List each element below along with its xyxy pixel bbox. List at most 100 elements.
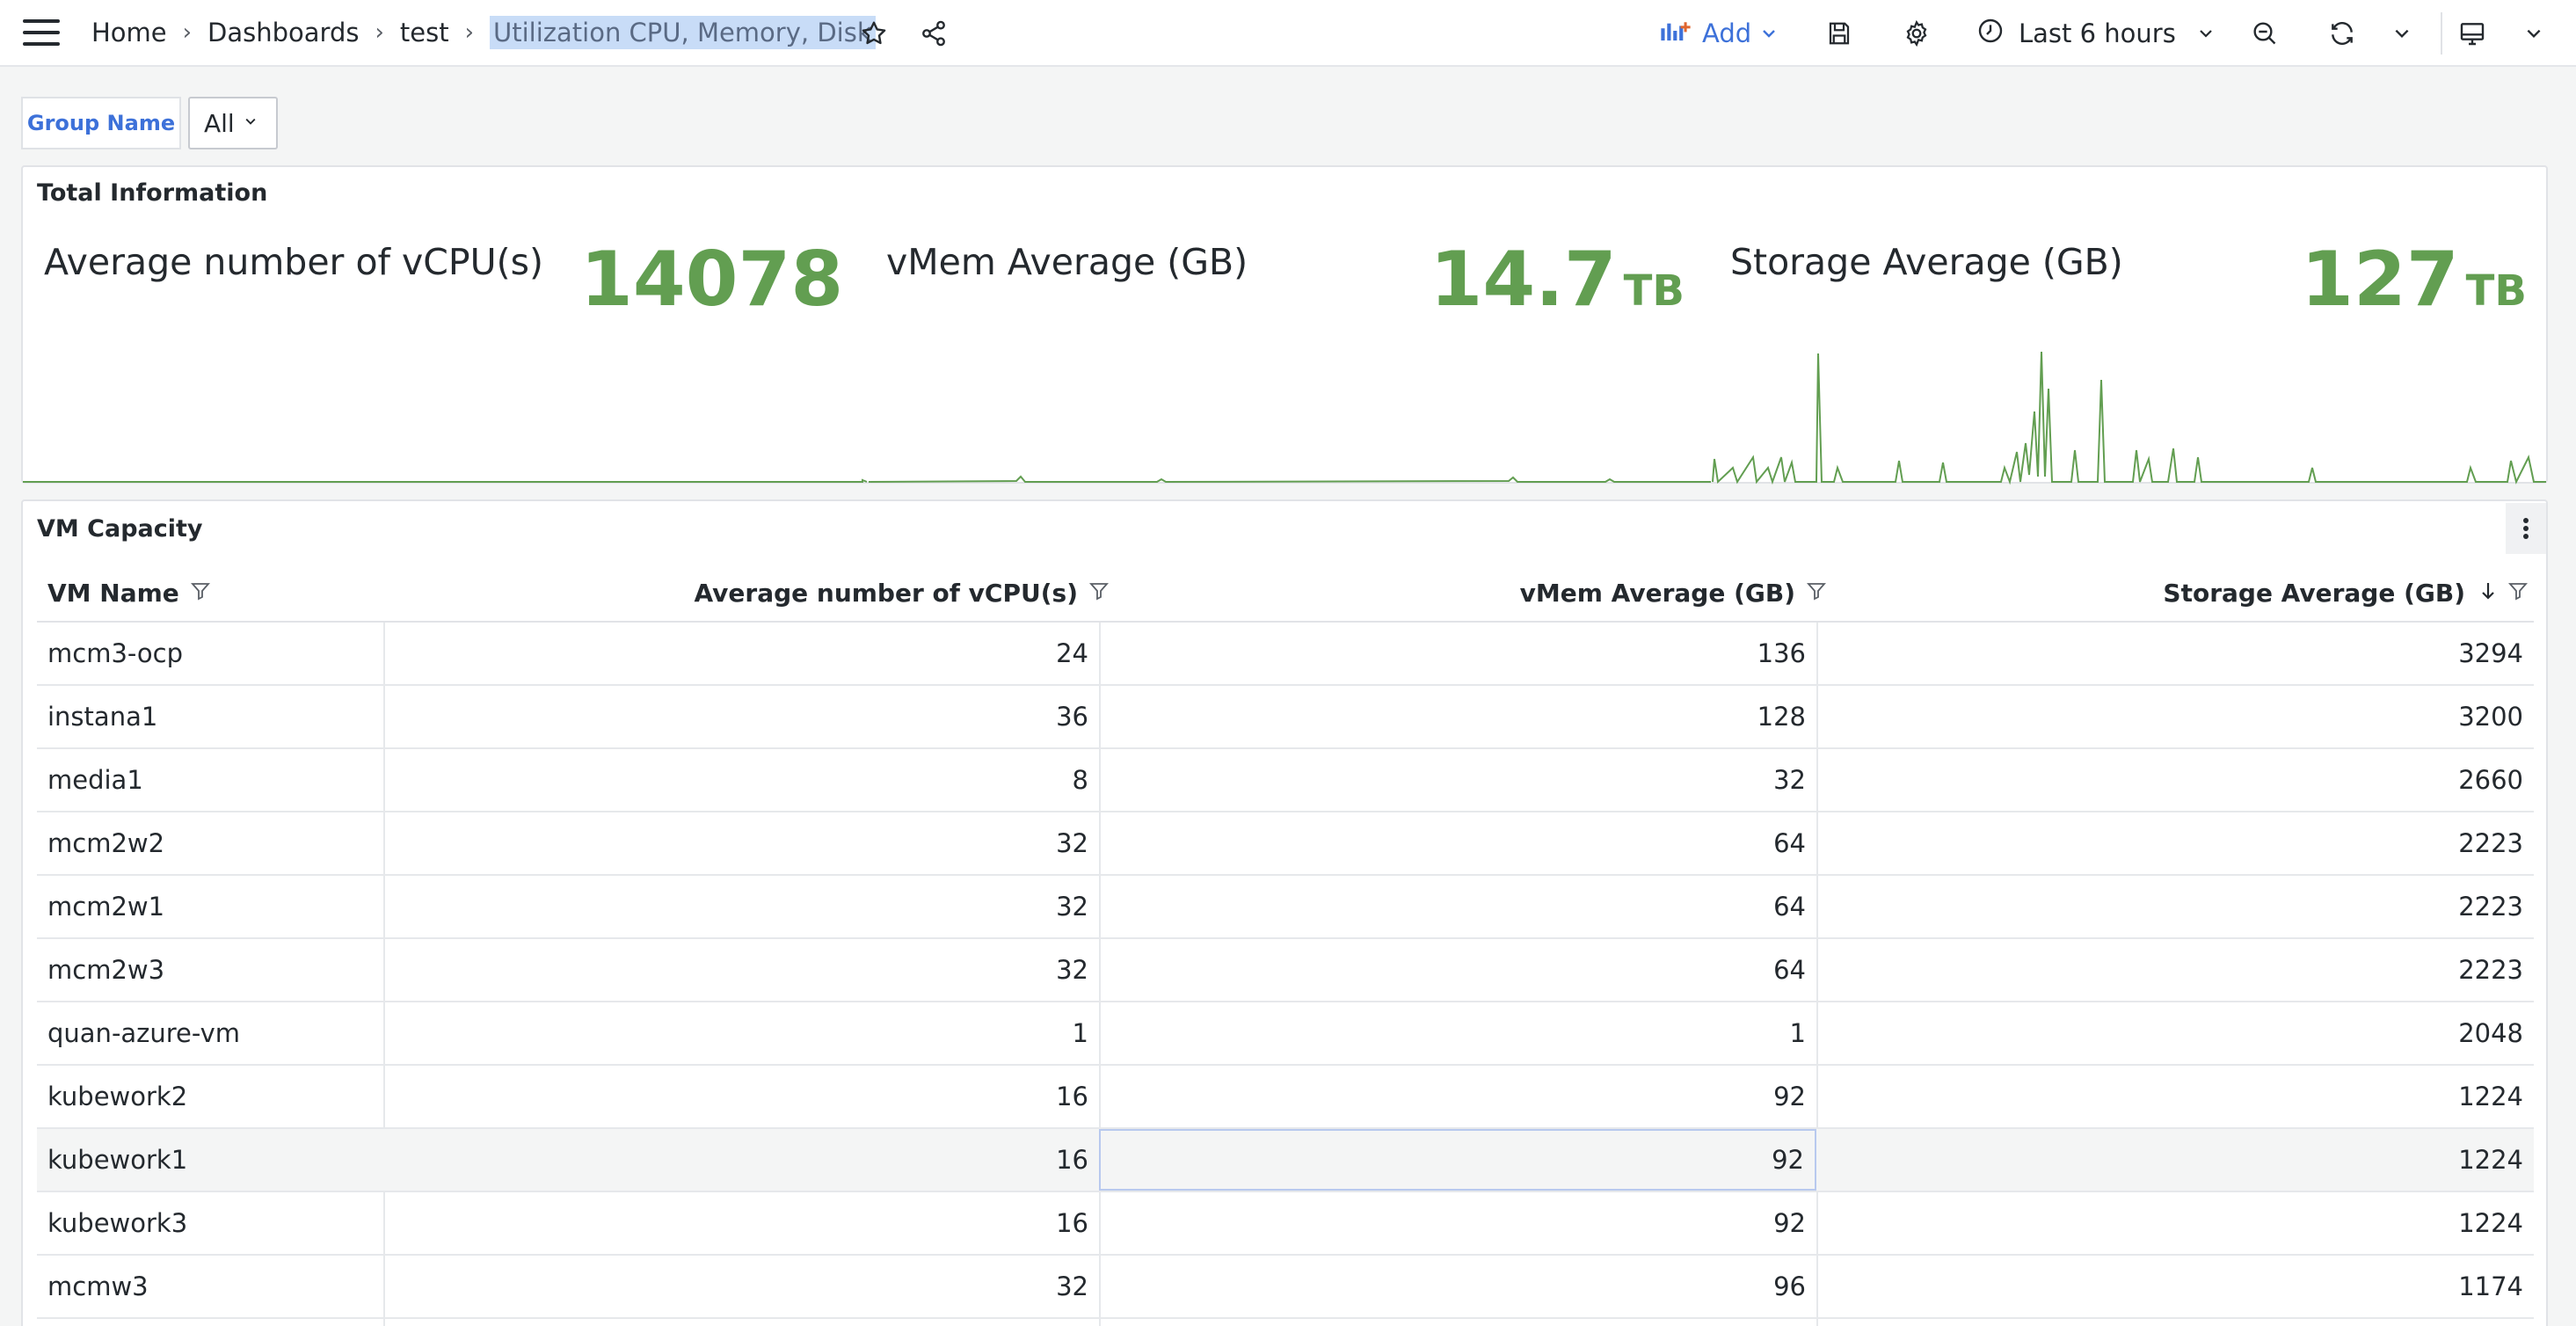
chevron-down-icon[interactable] bbox=[2516, 16, 2551, 51]
cell-vcpu[interactable]: 32 bbox=[383, 876, 1099, 937]
cell-vm-name[interactable]: mcm3-ocp bbox=[37, 623, 383, 684]
breadcrumb-folder[interactable]: test bbox=[400, 18, 449, 47]
cell-storage[interactable]: 1224 bbox=[1816, 1066, 2534, 1127]
table-row[interactable]: kubework1 16 92 1224 bbox=[37, 1129, 2534, 1192]
cell-vmem[interactable]: 128 bbox=[1099, 686, 1816, 747]
gear-icon[interactable] bbox=[1899, 16, 1934, 51]
cell-vmem[interactable]: 1 bbox=[1099, 1002, 1816, 1064]
time-range-picker[interactable]: Last 6 hours bbox=[1976, 14, 2215, 53]
cell-vm-name[interactable]: media1 bbox=[37, 749, 383, 811]
time-range-label: Last 6 hours bbox=[2019, 18, 2176, 48]
star-icon[interactable] bbox=[856, 16, 891, 51]
cell-storage[interactable]: 2048 bbox=[1816, 1002, 2534, 1064]
cell-vm-name[interactable]: kubework2 bbox=[37, 1066, 383, 1127]
cell-vcpu[interactable]: 16 bbox=[383, 1192, 1099, 1254]
cell-storage[interactable]: 3294 bbox=[1816, 623, 2534, 684]
cell-vmem[interactable]: 64 bbox=[1099, 876, 1816, 937]
cell-vcpu[interactable]: 16 bbox=[383, 1066, 1099, 1127]
cell-vcpu[interactable]: 32 bbox=[383, 939, 1099, 1001]
panel-title: VM Capacity bbox=[37, 515, 203, 543]
chevron-down-icon bbox=[2197, 18, 2215, 48]
cell-vm-name[interactable]: kubework1 bbox=[37, 1129, 383, 1191]
share-icon[interactable] bbox=[916, 16, 951, 51]
column-header-vmem[interactable]: vMem Average (GB) bbox=[1520, 579, 1827, 608]
table-row[interactable]: instana1 36 128 3200 bbox=[37, 686, 2534, 749]
group-name-value: All bbox=[204, 108, 235, 138]
cell-storage[interactable]: 2223 bbox=[1816, 876, 2534, 937]
cell-vcpu[interactable]: 16 bbox=[383, 1129, 1099, 1191]
table-row[interactable]: mcmw3 32 96 1174 bbox=[37, 1256, 2534, 1319]
stat-unit: TB bbox=[1623, 266, 1685, 316]
group-name-select[interactable]: All bbox=[188, 97, 278, 149]
menu-icon[interactable] bbox=[23, 19, 60, 46]
cell-vmem[interactable]: 92 bbox=[1099, 1066, 1816, 1127]
cell-vmem[interactable]: 64 bbox=[1099, 939, 1816, 1001]
table-row[interactable]: kubework2 16 92 1224 bbox=[37, 1066, 2534, 1129]
cell-storage[interactable]: 1224 bbox=[1816, 1129, 2534, 1191]
filter-icon[interactable] bbox=[190, 579, 211, 608]
save-icon[interactable] bbox=[1822, 16, 1857, 51]
add-button[interactable]: Add bbox=[1660, 14, 1778, 53]
cell-vmem[interactable]: 64 bbox=[1099, 812, 1816, 874]
table-row[interactable]: mcm2w3 32 64 2223 bbox=[37, 939, 2534, 1002]
tv-icon[interactable] bbox=[2455, 16, 2490, 51]
table-row[interactable]: mcm2w2 32 64 2223 bbox=[37, 812, 2534, 876]
column-header-vm-name[interactable]: VM Name bbox=[47, 579, 211, 608]
cell-vcpu[interactable]: 8 bbox=[383, 749, 1099, 811]
cell-vm-name[interactable]: quan-azure-vm bbox=[37, 1002, 383, 1064]
filter-icon[interactable] bbox=[1806, 579, 1827, 608]
cell-storage[interactable]: 2223 bbox=[1816, 812, 2534, 874]
add-panel-icon bbox=[1660, 18, 1692, 49]
cell-vcpu[interactable]: 36 bbox=[383, 686, 1099, 747]
group-name-label: Group Name bbox=[21, 97, 181, 149]
chevron-down-icon[interactable] bbox=[2384, 16, 2420, 51]
table-row[interactable]: mcm3-ocp 24 136 3294 bbox=[37, 623, 2534, 686]
breadcrumb: Home › Dashboards › test › Utilization C… bbox=[91, 12, 876, 53]
sort-desc-icon[interactable] bbox=[2479, 579, 2497, 608]
dashboard-title[interactable]: Utilization CPU, Memory, Disk bbox=[490, 16, 876, 49]
cell-vcpu[interactable]: 32 bbox=[383, 812, 1099, 874]
cell-vmem[interactable]: 92 bbox=[1099, 1129, 1816, 1191]
cell-vmem[interactable]: 92 bbox=[1099, 1192, 1816, 1254]
breadcrumb-dashboards[interactable]: Dashboards bbox=[207, 18, 359, 47]
column-header-vcpu[interactable]: Average number of vCPU(s) bbox=[694, 579, 1110, 608]
cell-vmem[interactable]: 32 bbox=[1099, 749, 1816, 811]
cell-vm-name[interactable]: mcm2w2 bbox=[37, 812, 383, 874]
column-label: Storage Average (GB) bbox=[2163, 579, 2465, 608]
cell-vcpu[interactable]: 32 bbox=[383, 1256, 1099, 1317]
cell-vcpu[interactable]: 1 bbox=[383, 1002, 1099, 1064]
kebab-icon[interactable] bbox=[2506, 503, 2546, 554]
refresh-icon[interactable] bbox=[2325, 16, 2360, 51]
cell-storage[interactable]: 2223 bbox=[1816, 939, 2534, 1001]
cell-vm-name[interactable]: mcm2w1 bbox=[37, 876, 383, 937]
breadcrumb-home[interactable]: Home bbox=[91, 18, 167, 47]
column-label: Average number of vCPU(s) bbox=[694, 579, 1078, 608]
table-row[interactable]: mcm2w1 32 64 2223 bbox=[37, 876, 2534, 939]
stat-label-vcpu: Average number of vCPU(s) bbox=[44, 241, 543, 283]
cell-storage[interactable]: 3200 bbox=[1816, 686, 2534, 747]
column-header-storage[interactable]: Storage Average (GB) bbox=[2163, 579, 2529, 608]
table-row[interactable]: media1 8 32 2660 bbox=[37, 749, 2534, 812]
cell-vm-name[interactable]: kubework3 bbox=[37, 1192, 383, 1254]
chevron-down-icon bbox=[244, 114, 258, 133]
clock-icon bbox=[1976, 17, 2005, 51]
cell-storage[interactable]: 1224 bbox=[1816, 1192, 2534, 1254]
cell-vm-name[interactable]: instana1 bbox=[37, 686, 383, 747]
filter-icon[interactable] bbox=[2507, 579, 2529, 608]
cell-storage[interactable]: 1174 bbox=[1816, 1256, 2534, 1317]
chevron-right-icon: › bbox=[375, 19, 384, 46]
filter-icon[interactable] bbox=[1088, 579, 1110, 608]
stat-value-storage: 127 TB bbox=[2286, 236, 2527, 324]
table-row[interactable]: kubework3 16 92 1224 bbox=[37, 1192, 2534, 1256]
cell-storage[interactable]: 2660 bbox=[1816, 749, 2534, 811]
column-label: VM Name bbox=[47, 579, 179, 608]
zoom-out-icon[interactable] bbox=[2247, 16, 2282, 51]
cell-vcpu[interactable]: 24 bbox=[383, 623, 1099, 684]
panel-title: Total Information bbox=[37, 179, 268, 207]
cell-vmem[interactable]: 96 bbox=[1099, 1256, 1816, 1317]
stat-unit: TB bbox=[2465, 266, 2527, 316]
cell-vmem[interactable]: 136 bbox=[1099, 623, 1816, 684]
table-row[interactable]: quan-azure-vm 1 1 2048 bbox=[37, 1002, 2534, 1066]
cell-vm-name[interactable]: mcm2w3 bbox=[37, 939, 383, 1001]
cell-vm-name[interactable]: mcmw3 bbox=[37, 1256, 383, 1317]
